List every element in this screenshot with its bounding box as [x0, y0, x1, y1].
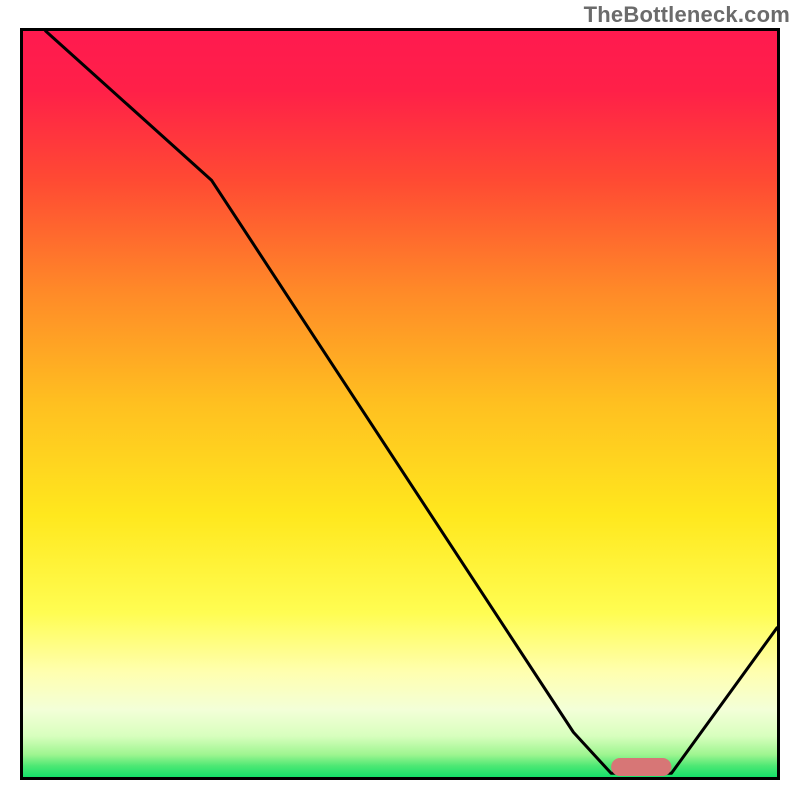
plot-frame: [20, 28, 780, 780]
chart-container: TheBottleneck.com: [0, 0, 800, 800]
watermark-text: TheBottleneck.com: [584, 2, 790, 28]
chart-overlay: [23, 31, 777, 777]
data-curve: [46, 31, 777, 773]
plot-area: [23, 31, 777, 777]
optimum-marker: [611, 758, 671, 776]
